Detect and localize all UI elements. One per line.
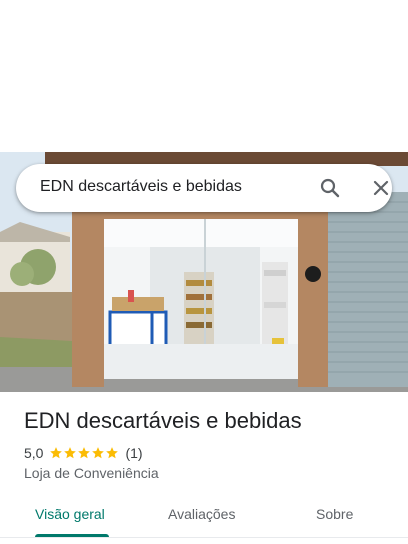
place-category[interactable]: Loja de Conveniência xyxy=(24,465,159,481)
star-icon xyxy=(50,447,63,459)
tab-overview[interactable]: Visão geral xyxy=(35,506,105,522)
star-rating xyxy=(49,446,119,460)
search-icon[interactable] xyxy=(318,176,342,200)
star-icon xyxy=(64,447,77,459)
tab-divider xyxy=(0,537,408,538)
review-count[interactable]: (1) xyxy=(125,445,142,461)
search-bar[interactable]: EDN descartáveis e bebidas xyxy=(16,164,392,212)
tab-about[interactable]: Sobre xyxy=(316,506,353,522)
place-title: EDN descartáveis e bebidas xyxy=(24,408,302,433)
tab-reviews[interactable]: Avaliações xyxy=(168,506,235,522)
close-icon[interactable] xyxy=(369,176,393,200)
rating-value: 5,0 xyxy=(24,445,44,461)
star-icon xyxy=(78,447,91,459)
rating-row[interactable]: 5,0 (1) xyxy=(24,444,143,462)
search-input[interactable]: EDN descartáveis e bebidas xyxy=(40,178,242,196)
tab-bar: Visão geral Avaliações Sobre xyxy=(0,494,408,538)
star-icon xyxy=(106,447,119,459)
star-icon xyxy=(92,447,105,459)
